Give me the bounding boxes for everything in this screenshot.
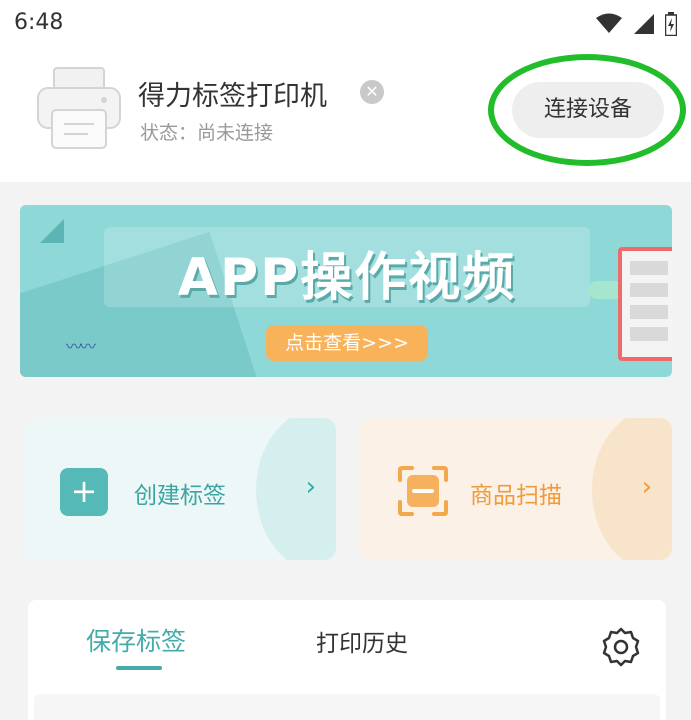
status-icons <box>595 12 677 36</box>
clear-icon[interactable]: ✕ <box>360 80 384 104</box>
banner-wave-decoration: 〰〰 <box>66 337 96 356</box>
scan-icon <box>398 466 448 516</box>
tab-print-history[interactable]: 打印历史 <box>316 624 408 658</box>
scan-product-card[interactable]: 商品扫描 › <box>360 418 672 560</box>
device-name: 得力标签打印机 <box>138 81 327 112</box>
banner-decoration-triangle <box>40 219 64 243</box>
scan-product-text: 商品扫描 <box>470 483 562 509</box>
tutorial-banner[interactable]: APP操作视频 点击查看>>> 〰〰 <box>20 205 672 377</box>
status-bar: 6:48 <box>0 0 691 48</box>
create-label-text: 创建标签 <box>134 483 226 509</box>
gear-icon[interactable] <box>600 626 642 668</box>
tab-saved-labels[interactable]: 保存标签 <box>86 622 186 658</box>
connection-status: 状态：尚未连接 <box>140 122 274 144</box>
card-decoration <box>592 418 672 560</box>
wifi-icon <box>596 13 622 33</box>
labels-panel: 保存标签 打印历史 <box>28 600 666 720</box>
active-tab-indicator <box>116 666 162 670</box>
chevron-right-icon: › <box>305 472 316 502</box>
banner-title: APP操作视频 <box>177 248 517 308</box>
device-header: 得力标签打印机 ✕ 状态：尚未连接 连接设备 <box>0 48 691 182</box>
card-decoration <box>256 418 336 560</box>
plus-icon: + <box>60 468 108 516</box>
banner-window-illustration <box>618 247 672 361</box>
status-time: 6:48 <box>14 10 64 35</box>
signal-icon <box>634 14 654 34</box>
chevron-right-icon: › <box>641 472 652 502</box>
banner-cta-button[interactable]: 点击查看>>> <box>266 325 428 361</box>
printer-icon <box>37 67 121 149</box>
battery-icon <box>665 12 677 36</box>
list-item[interactable] <box>34 694 660 720</box>
connect-device-button[interactable]: 连接设备 <box>512 82 664 138</box>
create-label-card[interactable]: + 创建标签 › <box>24 418 336 560</box>
